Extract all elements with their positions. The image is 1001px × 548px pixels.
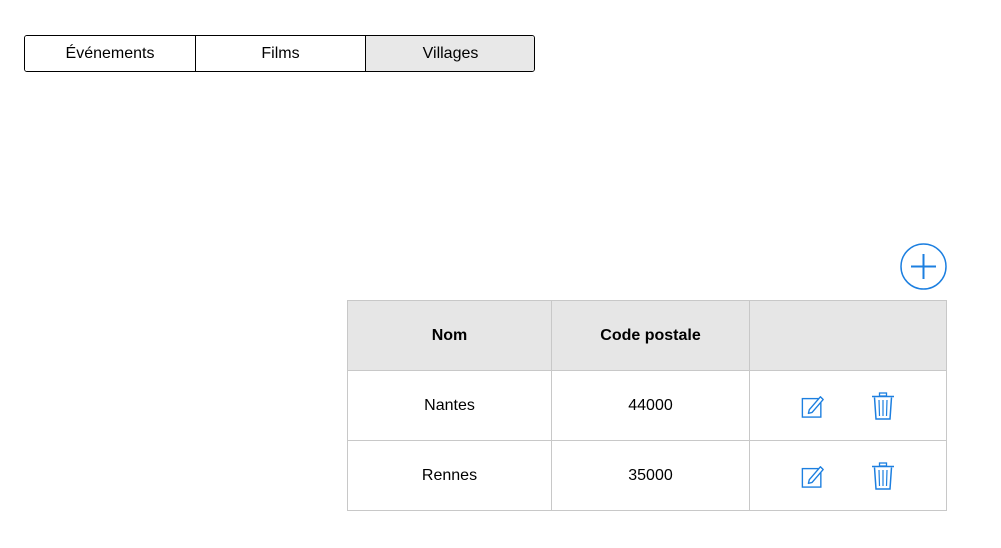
cell-code-postal: 35000 bbox=[551, 440, 750, 511]
tab-films[interactable]: Films bbox=[195, 36, 365, 71]
column-header-code-postale: Code postale bbox=[551, 300, 750, 371]
cell-code-postal: 44000 bbox=[551, 370, 750, 441]
cell-actions bbox=[749, 440, 947, 511]
edit-icon[interactable] bbox=[801, 462, 825, 490]
trash-icon[interactable] bbox=[871, 461, 895, 490]
column-header-actions bbox=[749, 300, 947, 371]
table-row: Nantes 44000 bbox=[347, 370, 947, 441]
villages-table: Nom Code postale Nantes 44000 Rennes 350… bbox=[347, 300, 947, 511]
trash-icon[interactable] bbox=[871, 391, 895, 420]
cell-actions bbox=[749, 370, 947, 441]
cell-nom: Nantes bbox=[347, 370, 552, 441]
table-row: Rennes 35000 bbox=[347, 440, 947, 511]
table-header-row: Nom Code postale bbox=[347, 300, 947, 371]
tab-bar: Événements Films Villages bbox=[24, 35, 535, 72]
edit-icon[interactable] bbox=[801, 392, 825, 420]
add-button[interactable] bbox=[900, 243, 947, 290]
tab-evenements[interactable]: Événements bbox=[25, 36, 195, 71]
cell-nom: Rennes bbox=[347, 440, 552, 511]
tab-villages[interactable]: Villages bbox=[365, 36, 534, 71]
plus-circle-icon bbox=[900, 243, 947, 290]
column-header-nom: Nom bbox=[347, 300, 552, 371]
